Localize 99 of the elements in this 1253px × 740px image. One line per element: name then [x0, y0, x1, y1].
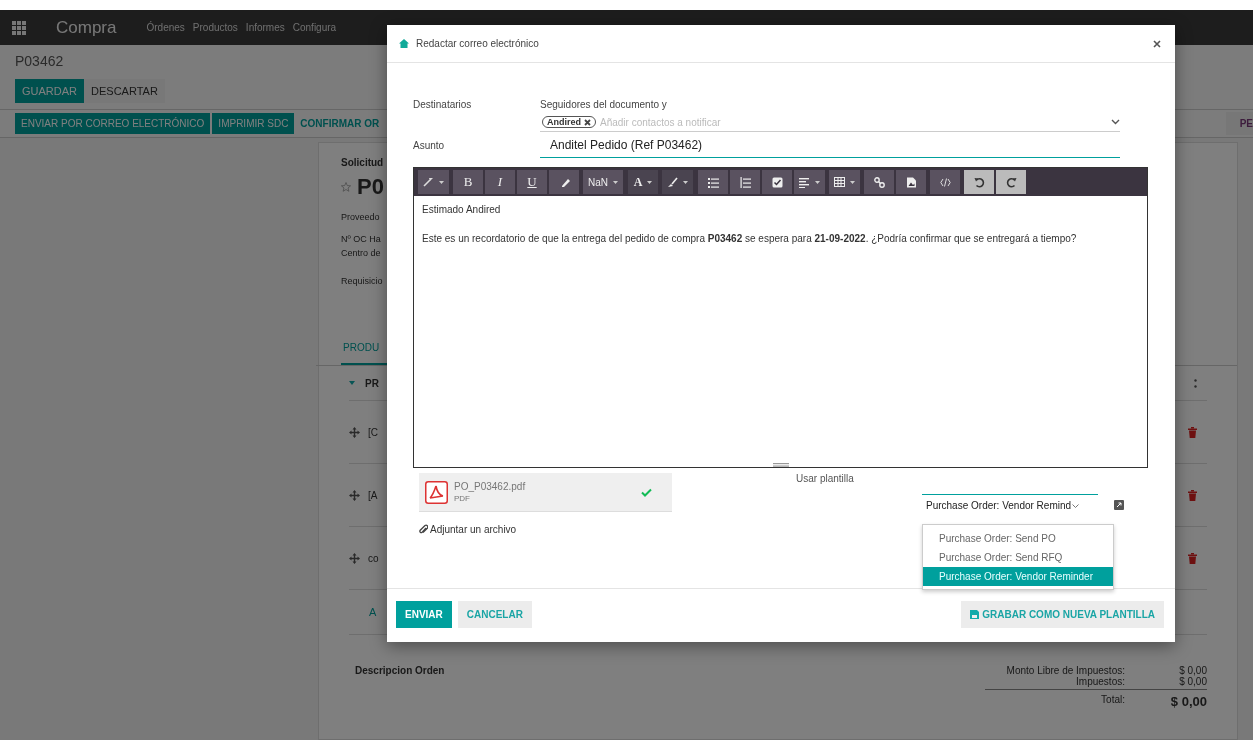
toolbar-button[interactable]	[418, 170, 449, 194]
star-icon[interactable]	[341, 182, 351, 192]
attachment-card[interactable]: PO_P03462.pdf PDF	[419, 473, 672, 512]
resize-handle-icon[interactable]	[772, 463, 789, 467]
caret-icon[interactable]	[349, 381, 355, 385]
recipients-field[interactable]: Andired Añadir contactos a notificar	[540, 110, 1120, 132]
toolbar-button[interactable]	[794, 170, 825, 194]
dropdown-option[interactable]: Purchase Order: Send RFQ	[923, 548, 1113, 567]
status-stage[interactable]: PE	[1225, 112, 1253, 135]
move-handle-icon[interactable]	[349, 552, 360, 564]
toolbar-button[interactable]: A	[627, 169, 659, 195]
file-name: PO_P03462.pdf	[454, 481, 526, 492]
trash-icon[interactable]	[1188, 426, 1197, 438]
toolbar-button[interactable]	[996, 170, 1026, 194]
body-text: Estimado Andired	[422, 204, 502, 215]
align-icon	[799, 176, 810, 188]
dialog-button[interactable]: ENVIAR	[396, 601, 452, 628]
move-handle-icon[interactable]	[349, 489, 360, 501]
table-cell: [C	[368, 426, 378, 438]
action-button[interactable]: DESCARTAR	[84, 79, 165, 103]
menu-item[interactable]: Productos	[192, 22, 238, 33]
toolbar-button[interactable]	[964, 170, 994, 194]
template-select[interactable]: Purchase Order: Vendor Remind	[922, 494, 1098, 515]
toolbar-button[interactable]	[762, 170, 792, 194]
toolbar-button[interactable]	[661, 169, 694, 195]
menu-item[interactable]: Informes	[245, 22, 285, 33]
toolbar-button[interactable]	[930, 170, 960, 194]
tag-remove-icon[interactable]	[584, 118, 591, 126]
toolbar-button[interactable]: U	[517, 170, 547, 194]
save-template-button[interactable]: GRABAR COMO NUEVA PLANTILLA	[961, 601, 1164, 628]
toolbar-button[interactable]	[698, 170, 728, 194]
home-icon	[399, 39, 409, 48]
link-icon	[873, 176, 885, 188]
apps-menu-icon[interactable]	[12, 20, 26, 35]
dropdown-option[interactable]: Purchase Order: Vendor Reminder	[923, 567, 1113, 586]
total-value: $ 0,00	[1178, 676, 1207, 687]
table-cell: co	[368, 552, 379, 564]
app-title: Compra	[56, 17, 117, 38]
chevron-down-icon[interactable]	[1111, 119, 1120, 125]
trash-icon[interactable]	[1188, 552, 1197, 564]
total-value: $ 0,00	[1169, 694, 1207, 709]
menu-item[interactable]: Configura	[292, 22, 337, 33]
total-label: Total:	[1100, 694, 1125, 707]
pdf-file-icon	[425, 480, 448, 504]
attach-file-link[interactable]: Adjuntar un archivo	[419, 524, 672, 535]
total-value: $ 0,00	[1178, 665, 1207, 676]
toolbar-button[interactable]: NaN	[583, 170, 623, 194]
column-header[interactable]: PR	[365, 377, 379, 389]
action-button[interactable]: GUARDAR	[15, 79, 84, 103]
total-label: Monto Libre de Impuestos:	[1005, 665, 1125, 676]
dialog-title: Redactar correo electrónico	[416, 38, 539, 49]
field-label: Nº OC Ha	[341, 234, 381, 244]
table-cell: [A	[368, 489, 378, 501]
caret-icon	[1072, 503, 1080, 508]
brush-icon	[667, 176, 678, 188]
undo-icon	[973, 176, 985, 188]
field-label: Asunto	[413, 139, 446, 153]
wand-icon	[423, 176, 434, 188]
toolbar-button[interactable]: I	[485, 170, 515, 194]
field-label: Centro de	[341, 248, 381, 258]
file-type: PDF	[454, 494, 471, 503]
toolbar-button[interactable]	[829, 170, 860, 194]
external-link-icon[interactable]	[1114, 499, 1124, 510]
image-icon	[905, 176, 917, 188]
toolbar-button[interactable]	[730, 170, 760, 194]
toolbar-button[interactable]: B	[453, 170, 483, 194]
close-icon[interactable]	[1153, 39, 1161, 48]
field-label: Descripcion Orden	[355, 665, 445, 676]
recipients-text: Seguidores del documento y	[540, 99, 668, 110]
body-text: Este es un recordatorio de que la entrega del pedido de compra P03462 se espera para 21-09-2022. ¿Podría confirmar que se entregará a tiempo?	[422, 233, 1078, 244]
column-options-icon[interactable]	[1194, 378, 1197, 388]
numbered-list-icon	[739, 176, 751, 188]
checkbox-icon	[771, 176, 783, 188]
action-button[interactable]: CONFIRMAR OR	[296, 113, 384, 134]
bullet-list-icon	[707, 176, 719, 188]
code-icon	[939, 176, 951, 188]
menu-item[interactable]: Órdenes	[146, 22, 185, 33]
add-line-link[interactable]: A	[369, 606, 377, 618]
action-button[interactable]: ENVIAR POR CORREO ELECTRÓNICO	[15, 113, 211, 134]
field-label: Proveedo	[341, 212, 380, 222]
move-handle-icon[interactable]	[349, 426, 360, 438]
paperclip-icon	[419, 524, 428, 535]
trash-icon[interactable]	[1188, 489, 1197, 501]
redo-icon	[1005, 176, 1017, 188]
breadcrumb: P03462	[15, 53, 65, 69]
field-label: Destinatarios	[413, 99, 473, 112]
dialog-button[interactable]: CANCELAR	[457, 601, 532, 628]
toolbar-button[interactable]	[549, 170, 579, 194]
toolbar-button[interactable]	[896, 170, 926, 194]
action-button[interactable]: IMPRIMIR SDC	[212, 113, 295, 134]
total-label: Impuestos:	[1075, 676, 1125, 687]
dropdown-option[interactable]: Purchase Order: Send PO	[923, 529, 1113, 548]
save-icon	[970, 610, 980, 619]
field-label: Usar plantilla	[796, 473, 855, 484]
field-label: Solicitud	[341, 157, 384, 168]
field-label: Requisicio	[341, 276, 383, 286]
toolbar-button[interactable]	[864, 170, 894, 194]
record-title: P0	[357, 174, 384, 200]
table-icon	[834, 176, 845, 188]
